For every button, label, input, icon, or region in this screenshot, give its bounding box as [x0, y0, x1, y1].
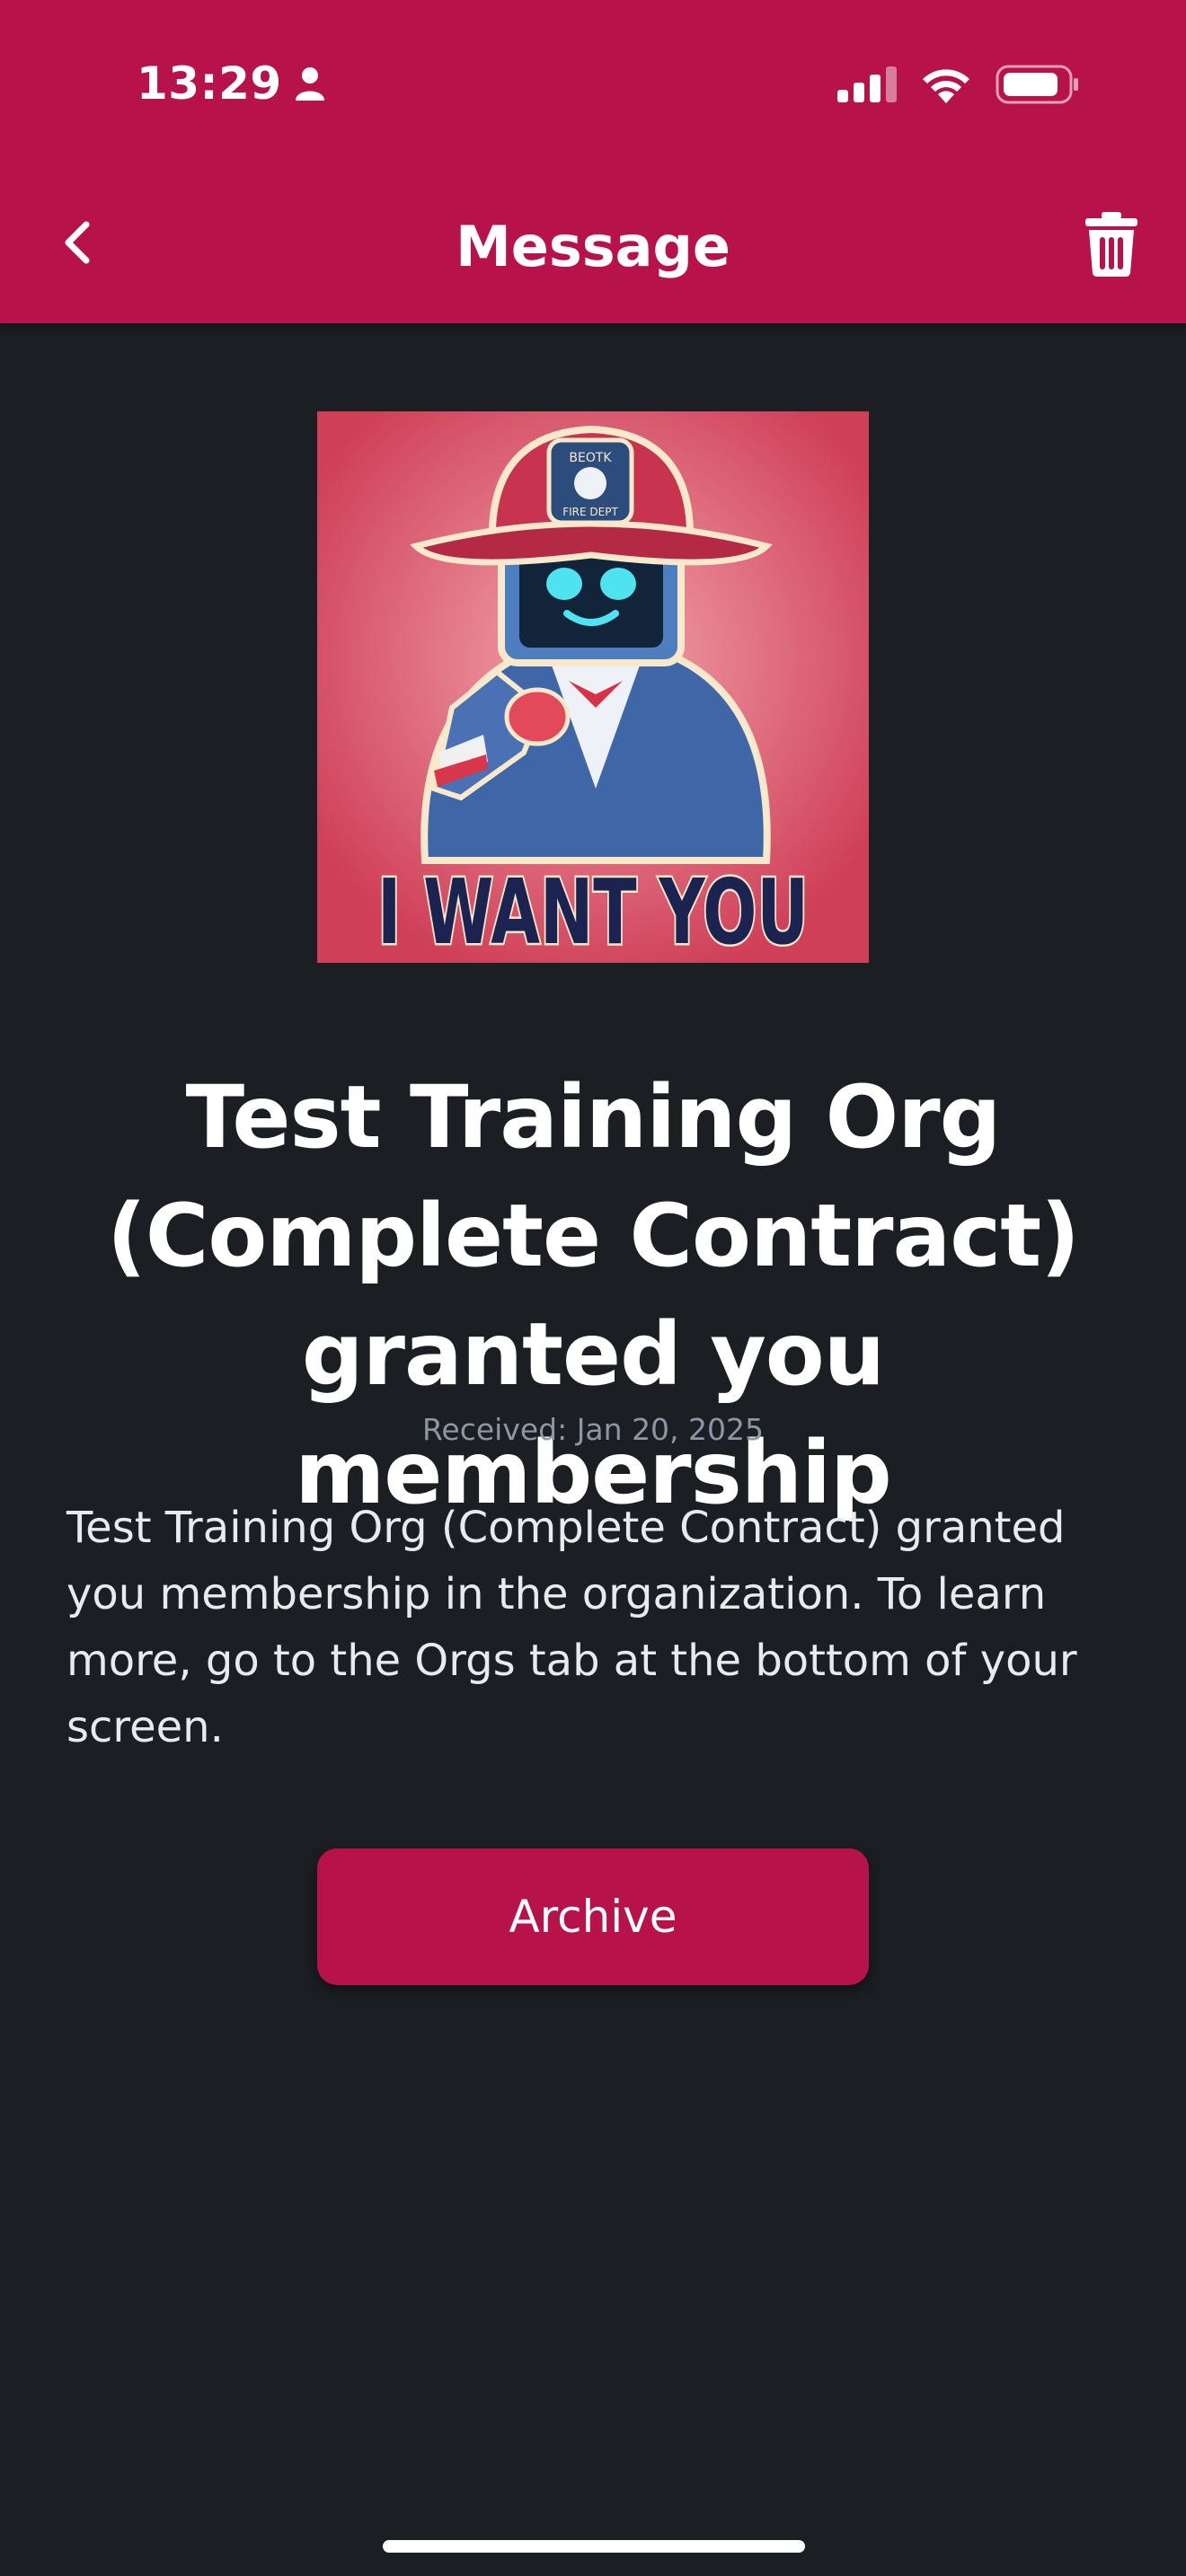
status-time: 13:29	[137, 57, 282, 110]
wifi-icon	[923, 69, 969, 103]
delete-button[interactable]	[1084, 212, 1139, 277]
helmet-badge-bottom: FIRE DEPT	[562, 506, 618, 518]
helmet-badge-top: BEOTK	[569, 451, 612, 465]
status-bar-right	[837, 65, 1080, 104]
person-icon	[295, 67, 324, 101]
page-title: Message	[456, 214, 730, 279]
message-title: Test Training Org (Complete Contract) gr…	[107, 1067, 1080, 1523]
signal-icon	[837, 66, 897, 102]
robot-firefighter-illustration: BEOTK FIRE DEPT I WANT YOU	[317, 411, 869, 963]
received-date: Received: Jan 20, 2025	[421, 1412, 765, 1447]
message-body: Test Training Org (Complete Contract) gr…	[66, 1503, 1077, 1752]
home-indicator	[383, 2540, 805, 2553]
archive-button[interactable]: Archive	[317, 1848, 869, 1985]
status-bar-left: 13:29	[137, 57, 325, 110]
trash-icon	[1085, 212, 1137, 277]
poster-caption: I WANT YOU	[377, 860, 809, 963]
app-header: 13:29 Message	[0, 0, 1186, 323]
message-image: BEOTK FIRE DEPT I WANT YOU	[317, 411, 869, 963]
battery-icon	[996, 65, 1078, 104]
